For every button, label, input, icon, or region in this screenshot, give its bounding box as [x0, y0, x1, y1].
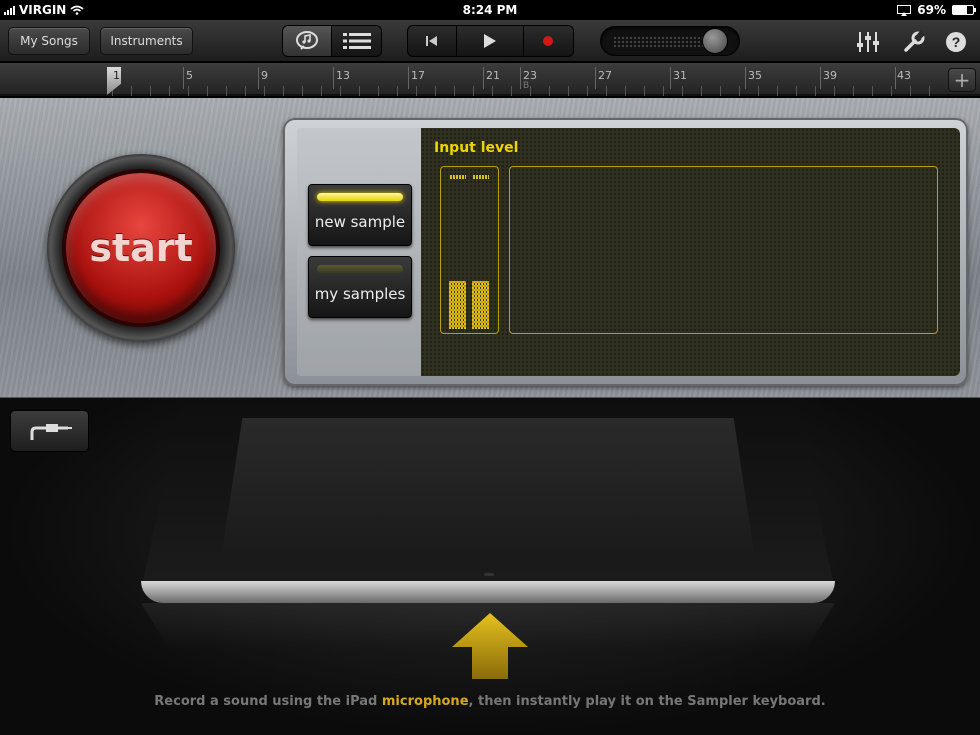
- up-arrow-icon: [452, 613, 528, 679]
- add-section-button[interactable]: +: [948, 68, 976, 92]
- battery-icon: [952, 5, 976, 15]
- volume-track: [613, 36, 709, 48]
- bar-number: 35: [748, 69, 762, 82]
- bar-line: [670, 67, 671, 89]
- help-button[interactable]: ?: [944, 30, 968, 54]
- status-bar: VIRGIN 8:24 PM 69%: [0, 0, 980, 20]
- timeline-ruler[interactable]: 1 5 9 13 17 21 23 B 27 31 35 39 43 +: [0, 63, 980, 96]
- help-icon: ?: [946, 32, 966, 52]
- bar-number: 43: [897, 69, 911, 82]
- tracks-view-button[interactable]: [332, 26, 381, 56]
- bar-number: 1: [113, 69, 120, 82]
- audio-input-button[interactable]: [10, 410, 89, 452]
- bar-line: [258, 67, 259, 89]
- bar-number: 17: [411, 69, 425, 82]
- instrument-view-icon: [296, 31, 318, 50]
- meter-bar-left: [449, 281, 466, 329]
- bar-line: [745, 67, 746, 89]
- play-button[interactable]: [457, 26, 524, 56]
- bar-number: 21: [486, 69, 500, 82]
- clock: 8:24 PM: [462, 3, 518, 17]
- instruction-caption: Record a sound using the iPad microphone…: [0, 694, 980, 709]
- bar-line: [183, 67, 184, 89]
- bar-number: 39: [823, 69, 837, 82]
- ipad-edge: [141, 581, 835, 603]
- view-toggle: [282, 25, 382, 57]
- my-songs-button[interactable]: My Songs: [8, 27, 90, 55]
- settings-button[interactable]: [902, 30, 926, 54]
- bar-number: 9: [261, 69, 268, 82]
- meter-peak-left: [450, 175, 466, 179]
- bar-line: [408, 67, 409, 89]
- ipad-screen: [221, 418, 755, 559]
- new-sample-button[interactable]: new sample: [308, 184, 412, 246]
- cable-jack-icon: [30, 424, 72, 440]
- sample-button-column: [297, 128, 421, 376]
- bar-line: [483, 67, 484, 89]
- new-sample-led: [317, 193, 403, 201]
- mixer-icon: [857, 32, 879, 52]
- caption-start: Record a sound using the iPad: [154, 694, 382, 709]
- instruction-area: Record a sound using the iPad microphone…: [0, 398, 980, 735]
- bar-line: [895, 67, 896, 89]
- waveform-area: [509, 166, 938, 334]
- new-sample-label: new sample: [314, 213, 406, 231]
- my-samples-label: my samples: [314, 285, 406, 303]
- my-samples-button[interactable]: my samples: [308, 256, 412, 318]
- caption-highlight: microphone: [381, 694, 469, 709]
- mixer-button[interactable]: [856, 30, 880, 54]
- tracks-view-icon: [342, 33, 371, 49]
- bar-line: [820, 67, 821, 89]
- bar-line: [595, 67, 596, 89]
- wrench-icon: [904, 31, 925, 52]
- play-icon: [484, 34, 496, 48]
- input-level-meter: [440, 166, 499, 334]
- bar-line: [520, 67, 521, 89]
- my-samples-led: [317, 265, 403, 273]
- master-volume-slider[interactable]: [600, 26, 740, 56]
- bar-number: 13: [336, 69, 350, 82]
- caption-end: , then instantly play it on the Sampler …: [468, 694, 826, 709]
- airplay-icon: [897, 4, 912, 16]
- bar-number: 31: [673, 69, 687, 82]
- sampler-panel: start new sample my samples Input level: [0, 98, 980, 398]
- bar-number: 5: [186, 69, 193, 82]
- start-button[interactable]: start: [62, 169, 220, 327]
- volume-knob[interactable]: [702, 28, 729, 54]
- record-icon: [543, 36, 554, 46]
- toolbar: My Songs Instruments ?: [0, 20, 980, 62]
- rewind-icon: [426, 36, 438, 46]
- svg-text:?: ?: [952, 34, 961, 50]
- meter-peak-right: [473, 175, 489, 179]
- instrument-view-button[interactable]: [283, 26, 333, 56]
- bar-line: [333, 67, 334, 89]
- section-marker: B: [523, 81, 530, 91]
- input-level-title: Input level: [434, 140, 519, 156]
- meter-bar-right: [472, 281, 489, 329]
- transport-controls: [407, 25, 574, 57]
- ipad-home-button: [484, 573, 494, 576]
- bar-number: 27: [598, 69, 612, 82]
- rewind-button[interactable]: [408, 26, 458, 56]
- record-button[interactable]: [524, 26, 573, 56]
- instruments-button[interactable]: Instruments: [100, 27, 193, 55]
- battery-percent: 69%: [917, 3, 946, 17]
